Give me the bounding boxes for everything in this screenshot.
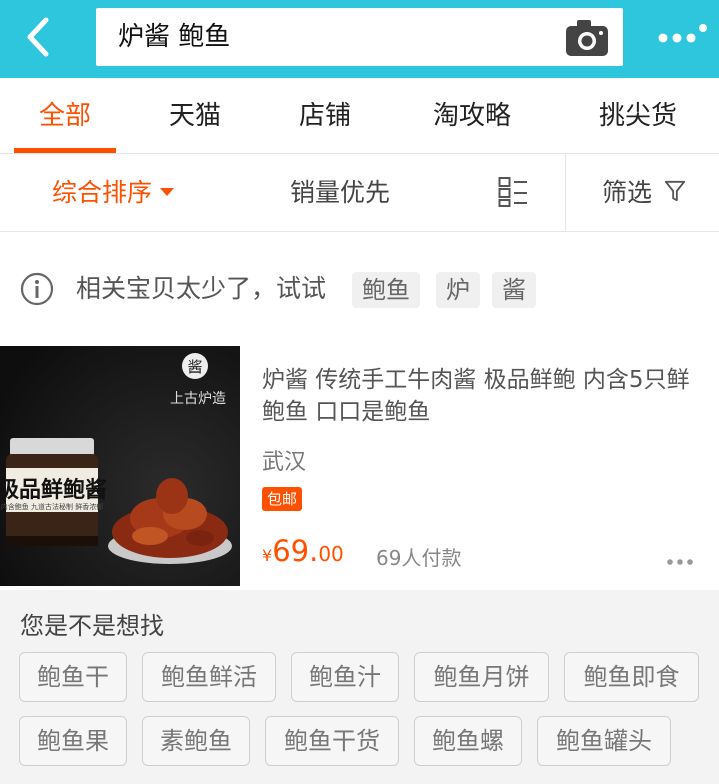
price-integer: 69. (272, 534, 319, 568)
sort-bar: 综合排序 销量优先 筛选 (0, 154, 719, 232)
more-dots-icon (658, 24, 707, 43)
product-card[interactable]: 酱 上古炉造 极品鲜鲍酱 内含鲍鱼 九道古法秘制 鲜香浓郁 炉酱 传统手工牛肉酱… (0, 342, 719, 590)
price-currency: ¥ (262, 546, 273, 565)
tab-tmall[interactable]: 天猫 (150, 78, 240, 154)
suggestion-tag[interactable]: 鲍鱼果 (19, 716, 127, 766)
suggestion-tag[interactable]: 鲍鱼罐头 (537, 716, 671, 766)
suggestion-tag[interactable]: 鲍鱼即食 (564, 652, 699, 702)
funnel-icon (664, 180, 686, 202)
hint-chip[interactable]: 酱 (492, 272, 536, 308)
jar-label-text: 极品鲜鲍酱 (0, 477, 107, 503)
top-bar: 炉酱 鲍鱼 (0, 0, 719, 78)
caret-down-icon (160, 188, 175, 196)
suggestion-tag[interactable]: 鲍鱼汁 (291, 652, 399, 702)
more-button[interactable] (655, 24, 711, 48)
camera-button[interactable] (565, 19, 609, 57)
suggestion-tag[interactable]: 鲍鱼鲜活 (142, 652, 276, 702)
info-circle-icon (20, 272, 54, 306)
price-decimal: 00 (318, 542, 344, 566)
sort-comprehensive[interactable]: 综合排序 (52, 154, 175, 232)
more-dots-icon[interactable] (666, 558, 694, 566)
search-box[interactable]: 炉酱 鲍鱼 (96, 8, 623, 66)
hint-chip[interactable]: 炉 (436, 272, 480, 308)
divider (565, 154, 566, 232)
filter-label: 筛选 (602, 178, 653, 207)
search-query[interactable]: 炉酱 鲍鱼 (118, 20, 230, 54)
sort-sales[interactable]: 销量优先 (290, 154, 390, 232)
tab-all[interactable]: 全部 (14, 78, 116, 154)
product-price: ¥69.00 (262, 534, 344, 568)
hint-text: 相关宝贝太少了，试试 (76, 274, 327, 303)
category-tabs: 全部 天猫 店铺 淘攻略 挑尖货 (0, 78, 719, 154)
suggestion-tag[interactable]: 鲍鱼干货 (265, 716, 399, 766)
free-shipping-badge: 包邮 (262, 487, 303, 511)
tab-shops[interactable]: 店铺 (280, 78, 370, 154)
view-toggle-button[interactable] (498, 176, 528, 210)
list-view-icon (498, 177, 527, 207)
jar-subtext: 内含鲍鱼 九道古法秘制 鲜香浓郁 (1, 502, 103, 511)
filter-button[interactable]: 筛选 (602, 154, 686, 232)
suggestion-tag[interactable]: 鲍鱼干 (19, 652, 127, 702)
active-tab-indicator (14, 148, 116, 153)
brand-seal-text: 酱 (187, 358, 202, 376)
product-location: 武汉 (262, 450, 307, 475)
camera-icon (566, 20, 608, 56)
product-photo: 酱 上古炉造 极品鲜鲍酱 内含鲍鱼 九道古法秘制 鲜香浓郁 (0, 346, 240, 586)
product-image[interactable]: 酱 上古炉造 极品鲜鲍酱 内含鲍鱼 九道古法秘制 鲜香浓郁 (0, 346, 240, 586)
suggestion-tag[interactable]: 素鲍鱼 (142, 716, 250, 766)
brand-text: 上古炉造 (170, 391, 226, 407)
suggestion-tag[interactable]: 鲍鱼月饼 (414, 652, 549, 702)
suggestions-title: 您是不是想找 (20, 612, 164, 640)
suggestions-panel: 您是不是想找 鲍鱼干 鲍鱼鲜活 鲍鱼汁 鲍鱼月饼 鲍鱼即食 鲍鱼果 素鲍鱼 鲍鱼… (0, 590, 719, 784)
product-title[interactable]: 炉酱 传统手工牛肉酱 极品鲜鲍 内含5只鲜鲍鱼 口口是鲍鱼 (262, 364, 702, 428)
suggestion-tag[interactable]: 鲍鱼螺 (414, 716, 522, 766)
tab-premium[interactable]: 挑尖货 (580, 78, 696, 154)
tab-guides[interactable]: 淘攻略 (414, 78, 530, 154)
hint-chip[interactable]: 鲍鱼 (352, 272, 420, 308)
paid-count: 69人付款 (376, 546, 462, 570)
back-button[interactable] (18, 12, 58, 62)
chevron-left-icon (27, 17, 49, 57)
few-results-hint: 相关宝贝太少了，试试 鲍鱼 炉 酱 (0, 232, 719, 342)
sort-comprehensive-label: 综合排序 (52, 178, 153, 207)
